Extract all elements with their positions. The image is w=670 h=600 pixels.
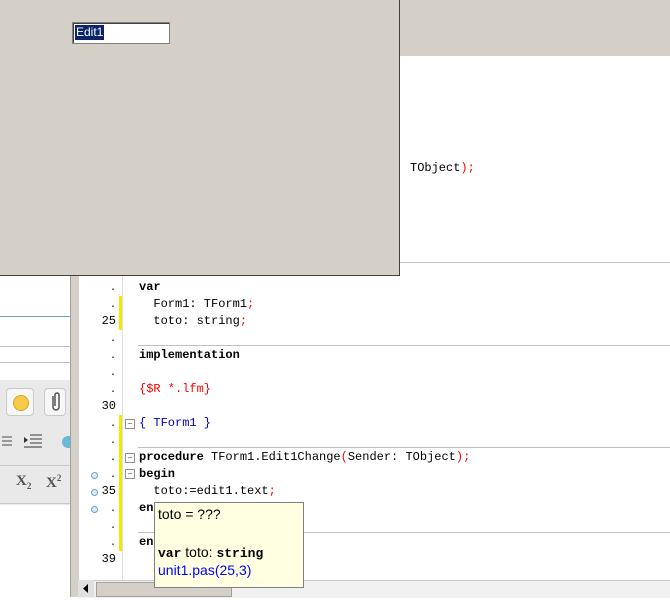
code-line: en	[139, 501, 154, 515]
emoji-button[interactable]	[6, 388, 34, 416]
divider	[0, 362, 70, 363]
line-number: .	[109, 300, 116, 311]
outdent-icon[interactable]	[0, 434, 20, 450]
line-number: 30	[101, 399, 116, 413]
line-number: .	[109, 351, 116, 362]
smiley-icon	[13, 395, 29, 411]
code-line: en	[139, 535, 154, 549]
debug-hint-popup: toto = ??? var toto: string unit1.pas(25…	[154, 502, 304, 588]
line-number: .	[109, 436, 116, 447]
fold-toggle-icon[interactable]: −	[125, 453, 135, 463]
hint-declaration: var toto: string	[158, 544, 264, 561]
line-number: .	[109, 368, 116, 379]
code-fragment: TObject);	[410, 161, 475, 175]
line-number: .	[109, 283, 116, 294]
hint-value: toto = ???	[158, 506, 221, 522]
ide-toolbar-area	[400, 0, 670, 57]
line-number: .	[109, 453, 116, 464]
code-line: toto: string;	[139, 314, 248, 328]
arrow-left-icon	[83, 584, 88, 593]
color-icon[interactable]	[62, 436, 70, 448]
code-line: implementation	[139, 348, 240, 362]
form-designer-window[interactable]	[0, 0, 400, 276]
hint-source-link[interactable]: unit1.pas(25,3)	[158, 562, 251, 579]
execution-point-icon[interactable]	[91, 506, 98, 513]
code-line: procedure TForm1.Edit1Change(Sender: TOb…	[139, 450, 471, 464]
code-line: Form1: TForm1;	[139, 297, 255, 311]
modified-marker	[119, 415, 122, 551]
divider	[0, 503, 70, 504]
edit1-selected-text[interactable]: Edit1	[75, 25, 105, 40]
execution-point-icon[interactable]	[91, 489, 98, 496]
line-number: 39	[101, 552, 116, 566]
fold-toggle-icon[interactable]: −	[125, 419, 135, 429]
line-number: .	[109, 334, 116, 345]
superscript-button[interactable]: X2	[46, 473, 61, 492]
line-number: .	[109, 521, 116, 532]
code-line: begin	[139, 467, 176, 481]
subscript-button[interactable]: X2	[16, 473, 31, 491]
line-number: .	[109, 538, 116, 549]
line-number: 25	[101, 314, 116, 328]
line-number: .	[109, 385, 116, 396]
code-line: var	[139, 280, 161, 294]
divider	[0, 465, 70, 466]
scroll-left-button[interactable]	[78, 580, 94, 597]
indent-icon[interactable]	[22, 432, 44, 450]
formatting-toolbar: X2 X2	[0, 380, 70, 505]
line-number: .	[109, 419, 116, 430]
code-line: toto:=edit1.text;	[139, 484, 276, 498]
paperclip-icon	[52, 392, 60, 411]
divider	[0, 316, 70, 317]
execution-point-icon[interactable]	[91, 472, 98, 479]
code-line: { TForm1 }	[139, 416, 212, 430]
attach-button[interactable]	[44, 388, 66, 416]
divider	[0, 346, 70, 347]
code-separator	[138, 345, 670, 346]
code-separator	[138, 447, 670, 448]
modified-marker	[119, 296, 122, 330]
code-line: {$R *.lfm}	[139, 382, 212, 396]
fold-toggle-icon[interactable]: −	[125, 469, 135, 479]
